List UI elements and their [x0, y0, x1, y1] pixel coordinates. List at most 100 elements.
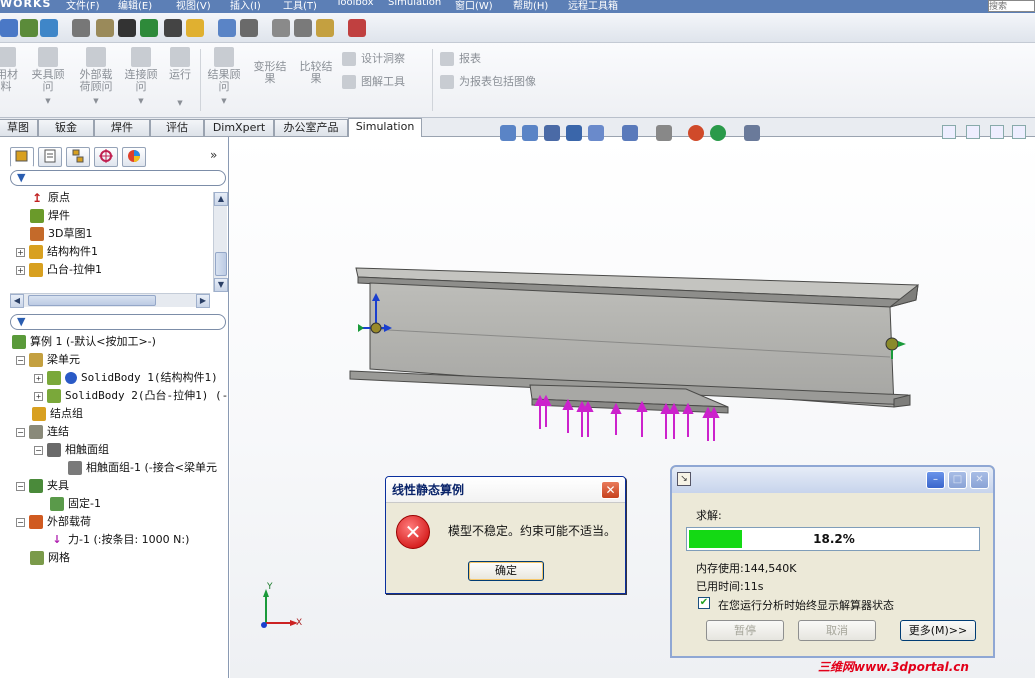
deformed-result-button[interactable]: 变形结 果 [250, 61, 290, 85]
report-icon[interactable] [348, 19, 366, 37]
simulation-filter[interactable]: ▼ [10, 314, 226, 330]
tree-item-fixtures[interactable]: − 夹具 [16, 477, 69, 495]
feature-tree-vscroll[interactable]: ▲ ▼ [213, 192, 228, 292]
feature-tree-tab[interactable] [10, 147, 34, 167]
display-tab[interactable] [122, 147, 146, 167]
tab-simulation[interactable]: Simulation [348, 118, 422, 137]
settings-icon[interactable] [316, 19, 334, 37]
search-input[interactable] [988, 0, 1035, 12]
tree-item-study[interactable]: 算例 1 (-默认<按加工>-) [12, 333, 156, 351]
tree-item-3dsketch[interactable]: 3D草图1 [30, 225, 92, 243]
tree-item-weldment[interactable]: 焊件 [30, 207, 70, 225]
mesh-icon[interactable] [118, 19, 136, 37]
external-loads-advisor-button[interactable]: 外部载 荷顾问 ▼ [74, 47, 118, 107]
design-study-button[interactable]: 设计洞察 [342, 50, 405, 66]
report-button[interactable]: 报表 [440, 50, 481, 66]
collapse-icon[interactable]: − [34, 445, 43, 455]
collapse-icon[interactable]: − [16, 427, 25, 437]
tree-item-origin[interactable]: ↥ 原点 [30, 189, 70, 207]
include-image-button[interactable]: 为报表包括图像 [440, 73, 536, 89]
tree-item-external-loads[interactable]: − 外部载荷 [16, 513, 91, 531]
tree-item-fixed-1[interactable]: 固定-1 [50, 495, 101, 513]
compare-results-button[interactable]: 比较结 果 [296, 61, 336, 85]
chart-icon[interactable] [164, 19, 182, 37]
collapse-icon[interactable]: − [16, 517, 25, 527]
run-button[interactable]: 运行 ▼ [166, 47, 194, 109]
print-icon[interactable] [294, 19, 312, 37]
menu-remote-toolbox[interactable]: 远程工具箱 [568, 0, 618, 12]
contact-icon [68, 461, 82, 475]
tree-item-mesh[interactable]: 网格 [30, 549, 70, 567]
binoculars-icon[interactable] [240, 19, 258, 37]
tab-sheet-metal[interactable]: 钣金 [38, 119, 94, 136]
tree-item-contact-sets[interactable]: − 相触面组 [34, 441, 109, 459]
tab-dimxpert[interactable]: DimXpert [204, 119, 274, 136]
scroll-up-icon[interactable]: ▲ [214, 192, 228, 206]
ok-button[interactable]: 确定 [468, 561, 544, 581]
expand-tabs-icon[interactable]: » [210, 148, 217, 162]
tab-office-products[interactable]: 办公室产品 [274, 119, 348, 136]
globe-icon[interactable] [40, 19, 58, 37]
tree-item-force-1[interactable]: ↓ 力-1 (:按条目: 1000 N:) [50, 531, 189, 549]
feature-tree-hscroll[interactable]: ◀ ▶ [10, 293, 210, 308]
scroll-right-icon[interactable]: ▶ [196, 294, 210, 308]
tab-evaluate[interactable]: 评估 [150, 119, 204, 136]
feature-filter[interactable]: ▼ [10, 170, 226, 186]
menu-simulation[interactable]: Simulation [388, 0, 441, 8]
tree-item-connections[interactable]: − 连结 [16, 423, 69, 441]
tab-sketch[interactable]: 草图 [0, 119, 38, 136]
collapse-icon[interactable]: − [16, 481, 25, 491]
tree-item-solidbody-2[interactable]: + SolidBody 2(凸台-拉伸1) (-( [34, 387, 235, 405]
external-loads-advisor-label: 外部载 荷顾问 [79, 68, 113, 93]
menu-edit[interactable]: 编辑(E) [118, 0, 152, 12]
expand-icon[interactable]: + [16, 247, 25, 257]
copy-icon[interactable] [272, 19, 290, 37]
menu-help[interactable]: 帮助(H) [513, 0, 548, 12]
config-tab[interactable] [66, 147, 90, 167]
assembly-icon[interactable] [20, 19, 38, 37]
close-icon[interactable]: ✕ [601, 481, 620, 499]
fixture-icon[interactable] [96, 19, 114, 37]
tree-item-label: 算例 1 (-默认<按加工>-) [30, 335, 156, 348]
connections-advisor-button[interactable]: 连接顾 问 ▼ [120, 47, 162, 107]
tree-item-solidbody-1[interactable]: + SolidBody 1(结构构件1) [34, 369, 218, 387]
menu-view[interactable]: 视图(V) [176, 0, 211, 12]
apply-material-button[interactable]: 用材 料 [0, 47, 18, 93]
collapse-icon[interactable]: − [16, 355, 25, 365]
menu-file[interactable]: 文件(F) [66, 0, 100, 12]
view-icon[interactable] [0, 19, 18, 37]
tree-item-boss-extrude[interactable]: + 凸台-拉伸1 [16, 261, 102, 279]
results-advisor-button[interactable]: 结果顾 问 ▼ [204, 47, 244, 107]
property-tab[interactable] [38, 147, 62, 167]
pin-icon[interactable] [140, 19, 158, 37]
gear-icon[interactable] [72, 19, 90, 37]
menu-window[interactable]: 窗口(W) [455, 0, 493, 12]
tree-item-beams[interactable]: − 梁单元 [16, 351, 80, 369]
menu-tools[interactable]: 工具(T) [283, 0, 317, 12]
show-status-checkbox[interactable]: ✔ [698, 597, 710, 609]
scroll-thumb[interactable] [28, 295, 156, 306]
expand-icon[interactable]: + [34, 391, 43, 401]
dimxpert-tab[interactable] [94, 147, 118, 167]
tree-item-structural-member[interactable]: + 结构构件1 [16, 243, 98, 261]
minimize-icon[interactable]: – [926, 471, 945, 489]
more-button[interactable]: 更多(M)>> [900, 620, 976, 641]
scroll-down-icon[interactable]: ▼ [214, 278, 228, 292]
expand-icon[interactable]: + [16, 265, 25, 275]
tab-weldments[interactable]: 焊件 [94, 119, 150, 136]
i-beam[interactable] [349, 267, 919, 414]
scroll-left-icon[interactable]: ◀ [10, 294, 24, 308]
scroll-thumb[interactable] [215, 252, 227, 276]
plot-tools-button[interactable]: 图解工具 [342, 73, 405, 89]
tree-item-joint-group[interactable]: 结点组 [32, 405, 83, 423]
tree-item-contact-set-1[interactable]: 相触面组-1 (-接合<梁单元 [68, 459, 217, 477]
fixture-advisor-button[interactable]: 夹具顾 问 ▼ [26, 47, 70, 107]
menu-insert[interactable]: 插入(I) [230, 0, 261, 12]
expand-icon[interactable]: + [34, 373, 43, 383]
contact-set-icon [47, 443, 61, 457]
results-advisor-label: 结果顾 问 [207, 68, 241, 93]
plot-tools-label: 图解工具 [361, 75, 405, 88]
menu-toolbox[interactable]: Toolbox [336, 0, 374, 8]
plus-icon[interactable] [186, 19, 204, 37]
zoom-icon[interactable] [218, 19, 236, 37]
